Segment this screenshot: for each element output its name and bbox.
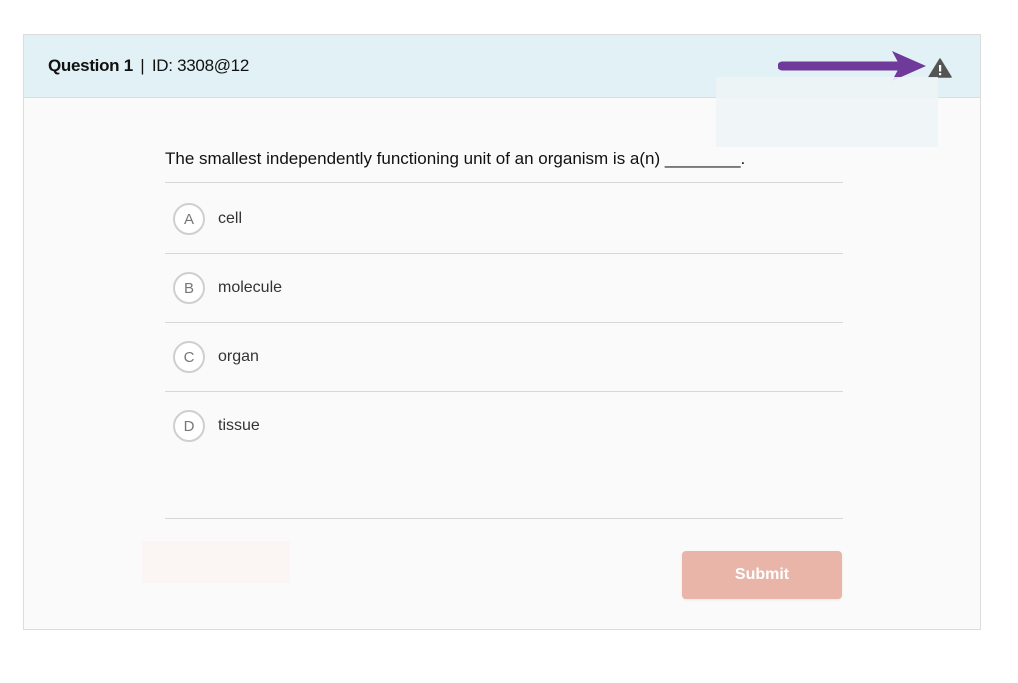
- option-letter: D: [173, 410, 205, 442]
- redacted-region: [716, 77, 938, 147]
- redacted-region-footer: [142, 541, 290, 583]
- title-separator: |: [140, 56, 145, 75]
- answer-options: A cell B molecule C organ D tissue: [165, 185, 843, 460]
- option-text: organ: [218, 348, 259, 365]
- question-prompt: The smallest independently functioning u…: [165, 149, 843, 183]
- option-text: cell: [218, 210, 243, 227]
- warning-triangle-icon[interactable]: [928, 57, 952, 79]
- question-id: ID: 3308@12: [151, 56, 249, 75]
- question-title: Question 1 | ID: 3308@12: [48, 56, 249, 76]
- option-c[interactable]: C organ: [165, 323, 843, 392]
- option-letter: B: [173, 272, 205, 304]
- option-text: tissue: [218, 417, 260, 434]
- option-letter: A: [173, 203, 205, 235]
- option-a[interactable]: A cell: [165, 185, 843, 254]
- option-text: molecule: [218, 279, 283, 296]
- option-letter: C: [173, 341, 205, 373]
- question-card: Question 1 | ID: 3308@12 The smallest in…: [23, 34, 981, 630]
- footer-divider: [165, 518, 843, 519]
- question-number: Question 1: [48, 56, 133, 75]
- option-d[interactable]: D tissue: [165, 392, 843, 460]
- option-b[interactable]: B molecule: [165, 254, 843, 323]
- submit-button[interactable]: Submit: [682, 551, 842, 599]
